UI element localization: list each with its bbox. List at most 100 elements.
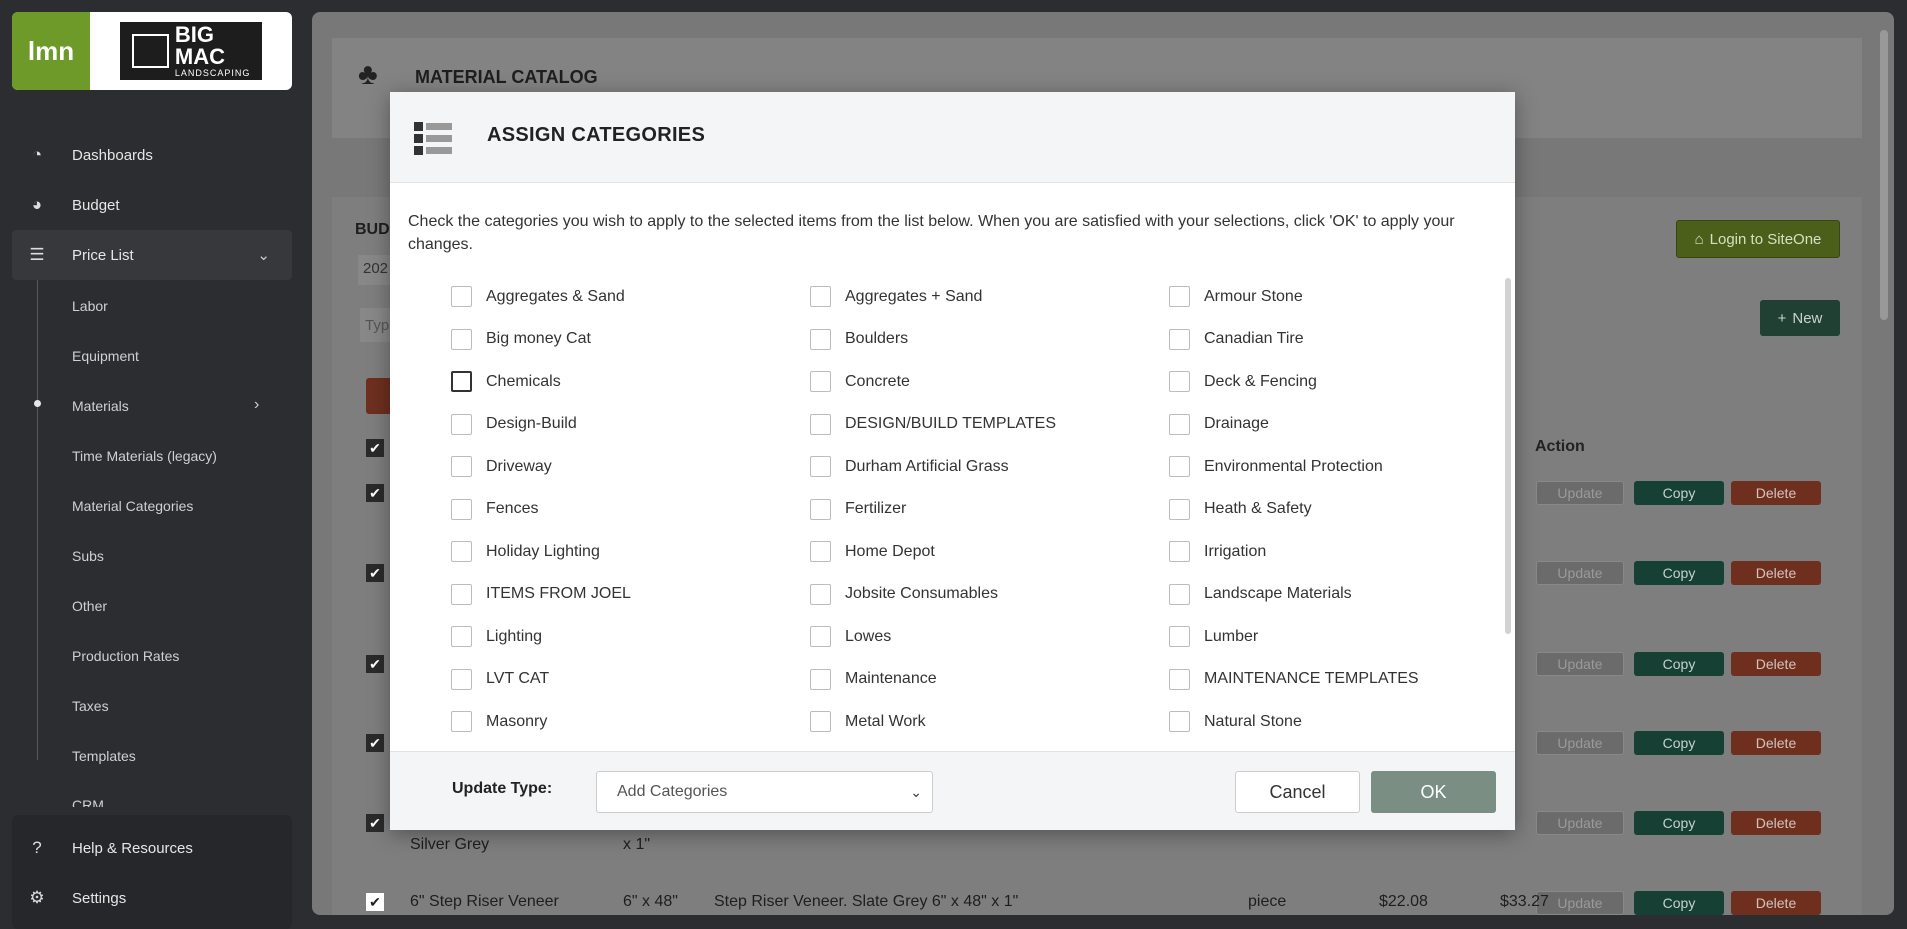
category-checkbox[interactable] [810, 498, 831, 520]
category-checkbox[interactable] [1169, 498, 1190, 520]
row-checkbox[interactable]: ✔ [366, 484, 384, 502]
update-button[interactable]: Update [1536, 811, 1624, 835]
category-checkbox[interactable] [810, 583, 831, 605]
new-button[interactable]: + New [1760, 300, 1840, 336]
category-checkbox[interactable] [451, 583, 472, 605]
category-option[interactable]: Jobsite Consumables [810, 583, 998, 605]
row-checkbox[interactable]: ✔ [366, 655, 384, 673]
row-checkbox[interactable]: ✔ [366, 893, 384, 911]
category-option[interactable]: Home Depot [810, 541, 935, 562]
copy-button[interactable]: Copy [1634, 891, 1724, 915]
update-button[interactable]: Update [1536, 481, 1624, 505]
category-option[interactable]: Fertilizer [810, 498, 906, 520]
category-option[interactable]: Fences [451, 498, 538, 520]
category-checkbox[interactable] [451, 328, 472, 350]
sidebar-sub-templates[interactable]: Templates [72, 748, 136, 764]
sidebar-sub-equipment[interactable]: Equipment [72, 348, 139, 364]
category-checkbox[interactable] [451, 498, 472, 520]
category-checkbox[interactable] [451, 541, 472, 562]
category-option[interactable]: Armour Stone [1169, 286, 1303, 307]
copy-button[interactable]: Copy [1634, 731, 1724, 755]
delete-button[interactable]: Delete [1731, 811, 1821, 835]
category-checkbox[interactable] [810, 328, 831, 350]
category-checkbox[interactable] [451, 456, 472, 477]
row-checkbox[interactable]: ✔ [366, 564, 384, 582]
category-option[interactable]: Durham Artificial Grass [810, 456, 1009, 477]
delete-button[interactable]: Delete [1731, 652, 1821, 676]
category-checkbox[interactable] [451, 286, 472, 307]
category-checkbox[interactable] [1169, 456, 1190, 477]
category-checkbox[interactable] [810, 413, 831, 435]
update-type-select[interactable]: Add Categories ⌄ [596, 771, 933, 813]
sidebar-sub-crm[interactable]: CRM [72, 797, 104, 807]
row-checkbox[interactable]: ✔ [366, 734, 384, 752]
category-checkbox[interactable] [451, 626, 472, 647]
update-button[interactable]: Update [1536, 561, 1624, 585]
delete-button[interactable]: Delete [1731, 481, 1821, 505]
category-option[interactable]: Lumber [1169, 626, 1258, 647]
category-option[interactable]: Environmental Protection [1169, 456, 1383, 477]
category-checkbox[interactable] [810, 711, 831, 732]
copy-button[interactable]: Copy [1634, 811, 1724, 835]
category-option[interactable]: Landscape Materials [1169, 583, 1352, 605]
category-checkbox[interactable] [810, 626, 831, 647]
category-option[interactable]: Aggregates + Sand [810, 286, 982, 307]
ok-button[interactable]: OK [1371, 771, 1496, 813]
copy-button[interactable]: Copy [1634, 561, 1724, 585]
category-checkbox[interactable] [1169, 668, 1190, 690]
category-checkbox[interactable] [1169, 286, 1190, 307]
category-checkbox[interactable] [451, 413, 472, 435]
category-checkbox[interactable] [810, 371, 831, 392]
category-option[interactable]: Drainage [1169, 413, 1269, 435]
category-option[interactable]: MAINTENANCE TEMPLATES [1169, 668, 1419, 690]
sidebar-item-price-list[interactable]: ☰ Price List ⌄ [12, 230, 292, 280]
page-scrollbar[interactable] [1880, 30, 1888, 320]
sidebar-sub-material-categories[interactable]: Material Categories [72, 498, 193, 514]
category-option[interactable]: LVT CAT [451, 668, 549, 690]
category-option[interactable]: Natural Stone [1169, 711, 1302, 732]
category-option[interactable]: Deck & Fencing [1169, 371, 1317, 392]
sidebar-item-help[interactable]: ? Help & Resources [12, 823, 292, 873]
update-button[interactable]: Update [1536, 652, 1624, 676]
select-all-checkbox[interactable]: ✔ [366, 439, 384, 457]
category-checkbox[interactable] [1169, 583, 1190, 605]
category-option[interactable]: Design-Build [451, 413, 577, 435]
category-checkbox[interactable] [810, 668, 831, 690]
category-option[interactable]: Driveway [451, 456, 552, 477]
sidebar-item-dashboards[interactable]: ◔ Dashboards [12, 130, 292, 180]
delete-button[interactable]: Delete [1731, 561, 1821, 585]
category-checkbox[interactable] [810, 456, 831, 477]
category-checkbox[interactable] [451, 668, 472, 690]
category-checkbox[interactable] [810, 541, 831, 562]
sidebar-sub-labor[interactable]: Labor [72, 298, 108, 314]
category-checkbox[interactable] [1169, 328, 1190, 350]
sidebar-sub-time-materials[interactable]: Time Materials (legacy) [72, 448, 217, 464]
sidebar-sub-taxes[interactable]: Taxes [72, 698, 109, 714]
sidebar-item-settings[interactable]: ⚙ Settings [12, 873, 292, 923]
sidebar-sub-other[interactable]: Other [72, 598, 107, 614]
update-button[interactable]: Update [1536, 731, 1624, 755]
category-checkbox[interactable] [1169, 371, 1190, 392]
category-checkbox[interactable] [451, 711, 472, 732]
category-option[interactable]: Big money Cat [451, 328, 591, 350]
modal-scrollbar[interactable] [1505, 278, 1511, 634]
category-option[interactable]: Canadian Tire [1169, 328, 1304, 350]
category-option[interactable]: Aggregates & Sand [451, 286, 625, 307]
category-option[interactable]: Irrigation [1169, 541, 1266, 562]
category-checkbox[interactable] [810, 286, 831, 307]
category-checkbox[interactable] [1169, 626, 1190, 647]
category-option[interactable]: Heath & Safety [1169, 498, 1312, 520]
row-checkbox[interactable]: ✔ [366, 814, 384, 832]
category-option[interactable]: Chemicals [451, 371, 561, 392]
delete-button[interactable]: Delete [1731, 731, 1821, 755]
category-option[interactable]: ITEMS FROM JOEL [451, 583, 631, 605]
category-option[interactable]: DESIGN/BUILD TEMPLATES [810, 413, 1056, 435]
login-siteone-button[interactable]: ⌂ Login to SiteOne [1676, 220, 1840, 258]
category-option[interactable]: Masonry [451, 711, 547, 732]
sidebar-sub-materials[interactable]: Materials › [72, 396, 282, 414]
delete-button[interactable]: Delete [1731, 891, 1821, 915]
category-option[interactable]: Lighting [451, 626, 542, 647]
category-checkbox[interactable] [1169, 711, 1190, 732]
category-checkbox[interactable] [1169, 541, 1190, 562]
sidebar-item-budget[interactable]: ◕ Budget [12, 180, 292, 230]
